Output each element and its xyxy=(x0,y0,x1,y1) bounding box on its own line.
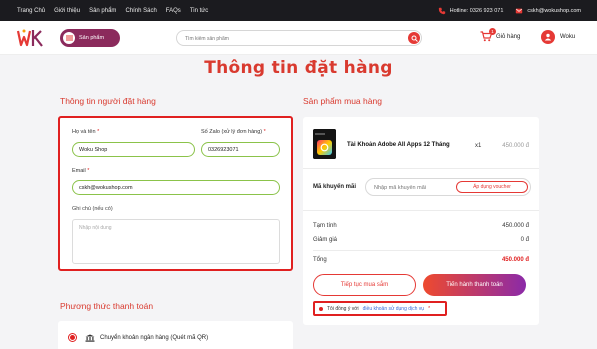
checkout-button[interactable]: Tiến hành thanh toán xyxy=(423,274,526,296)
nav-faqs[interactable]: FAQs xyxy=(166,8,181,14)
cart-count-badge: 1 xyxy=(489,28,496,35)
order-section-heading: Sản phẩm mua hàng xyxy=(303,96,382,106)
user-icon xyxy=(544,33,552,41)
total-value: 450.000 đ xyxy=(501,257,529,263)
search-input[interactable] xyxy=(185,34,395,43)
category-button[interactable]: Sản phẩm xyxy=(60,29,120,47)
discount-value: 0 đ xyxy=(520,237,529,243)
page-title: Thông tin đặt hàng xyxy=(204,58,393,78)
total-row: Tổng 450.000 đ xyxy=(313,257,529,263)
terms-link[interactable]: điều khoản sử dụng dịch vụ xyxy=(363,306,424,312)
email-value: cskh@wokushop.com xyxy=(79,184,133,191)
customer-form: Họ và tên * Woku Shop Số Zalo (xử lý đơn… xyxy=(58,116,293,271)
apply-voucher-button[interactable]: Áp dụng voucher xyxy=(456,181,528,193)
email-label-text: Email xyxy=(72,168,86,174)
user-account[interactable]: Woku xyxy=(541,30,575,44)
header: Sản phẩm 1 Giỏ hàng Woku xyxy=(0,21,597,55)
user-name: Woku xyxy=(560,34,576,40)
coupon-box: Áp dụng voucher xyxy=(365,178,531,196)
terms-required-mark: * xyxy=(428,305,431,312)
email-label: Email * xyxy=(72,168,89,174)
required-mark: * xyxy=(87,168,90,174)
top-contact: Hotline: 0326 923 071 cskh@wokushop.com xyxy=(438,0,581,21)
contact-email[interactable]: cskh@wokushop.com xyxy=(515,7,581,15)
search-bar xyxy=(176,30,422,46)
search-icon xyxy=(411,35,418,42)
coupon-label: Mã khuyến mãi xyxy=(313,184,357,190)
payment-option-label: Chuyển khoản ngân hàng (Quét mã QR) xyxy=(100,335,209,341)
divider xyxy=(313,250,529,251)
email-text: cskh@wokushop.com xyxy=(527,7,581,14)
terms-prefix: Tôi đồng ý với xyxy=(327,305,359,312)
zalo-value: 0326923071 xyxy=(208,146,239,153)
zalo-label: Số Zalo (xử lý đơn hàng) * xyxy=(201,129,266,135)
terms-agreement[interactable]: Tôi đồng ý với điều khoản sử dụng dịch v… xyxy=(313,301,447,316)
category-label: Sản phẩm xyxy=(79,35,105,41)
subtotal-value: 450.000 đ xyxy=(502,223,529,229)
continue-shopping-button[interactable]: Tiếp tục mua sắm xyxy=(313,274,416,296)
cart-link[interactable]: 1 Giỏ hàng xyxy=(480,28,521,42)
coupon-input[interactable] xyxy=(374,183,454,192)
menu-icon xyxy=(63,32,75,44)
nav-home[interactable]: Trang Chủ xyxy=(17,8,45,14)
divider xyxy=(303,168,539,169)
customer-section-heading: Thông tin người đặt hàng xyxy=(60,96,156,106)
order-summary: Tài Khoản Adobe All Apps 12 Tháng x1 450… xyxy=(303,117,539,325)
product-price: 450.000 đ xyxy=(502,143,529,149)
required-mark: * xyxy=(263,129,266,135)
note-textarea[interactable]: Nhập nội dung xyxy=(72,219,280,264)
payment-option[interactable]: Chuyển khoản ngân hàng (Quét mã QR) xyxy=(58,321,293,349)
nav-policy[interactable]: Chính Sách xyxy=(125,8,156,14)
name-label-text: Họ và tên xyxy=(72,129,96,135)
discount-row: Giảm giá 0 đ xyxy=(313,237,529,243)
note-placeholder: Nhập nội dung xyxy=(79,225,112,231)
hotline-text: Hotline: 0326 923 071 xyxy=(449,7,504,14)
product-name: Tài Khoản Adobe All Apps 12 Tháng xyxy=(347,142,450,148)
name-field[interactable]: Woku Shop xyxy=(72,142,195,157)
bank-icon xyxy=(85,334,95,342)
phone-icon xyxy=(438,7,445,14)
subtotal-row: Tạm tính 450.000 đ xyxy=(313,223,529,229)
nav-news[interactable]: Tin tức xyxy=(190,8,208,14)
adobe-cc-icon xyxy=(313,129,336,159)
name-value: Woku Shop xyxy=(79,146,108,153)
hotline[interactable]: Hotline: 0326 923 071 xyxy=(438,7,504,15)
search-button[interactable] xyxy=(408,32,420,44)
logo[interactable] xyxy=(16,27,44,49)
avatar xyxy=(541,30,555,44)
product-quantity: x1 xyxy=(475,143,482,149)
top-nav: Trang Chủ Giới thiệu Sản phẩm Chính Sách… xyxy=(17,0,208,21)
email-field[interactable]: cskh@wokushop.com xyxy=(72,180,280,195)
discount-label: Giảm giá xyxy=(313,237,338,243)
payment-section-heading: Phương thức thanh toán xyxy=(60,301,154,311)
total-label: Tổng xyxy=(313,257,327,263)
product-thumbnail xyxy=(313,129,336,159)
mail-icon xyxy=(516,8,523,13)
name-label: Họ và tên * xyxy=(72,129,99,135)
required-mark: * xyxy=(97,129,100,135)
top-bar: Trang Chủ Giới thiệu Sản phẩm Chính Sách… xyxy=(0,0,597,21)
divider xyxy=(303,210,539,211)
payment-radio[interactable] xyxy=(68,333,77,342)
zalo-label-text: Số Zalo (xử lý đơn hàng) xyxy=(201,129,263,135)
nav-products[interactable]: Sản phẩm xyxy=(89,8,116,14)
nav-about[interactable]: Giới thiệu xyxy=(54,8,80,14)
subtotal-label: Tạm tính xyxy=(313,223,337,229)
note-label: Ghi chú (nếu có) xyxy=(72,206,113,212)
checkbox-dot[interactable] xyxy=(319,306,323,311)
woku-logo-icon xyxy=(16,29,43,47)
cart-label: Giỏ hàng xyxy=(496,33,521,40)
zalo-field[interactable]: 0326923071 xyxy=(201,142,280,157)
